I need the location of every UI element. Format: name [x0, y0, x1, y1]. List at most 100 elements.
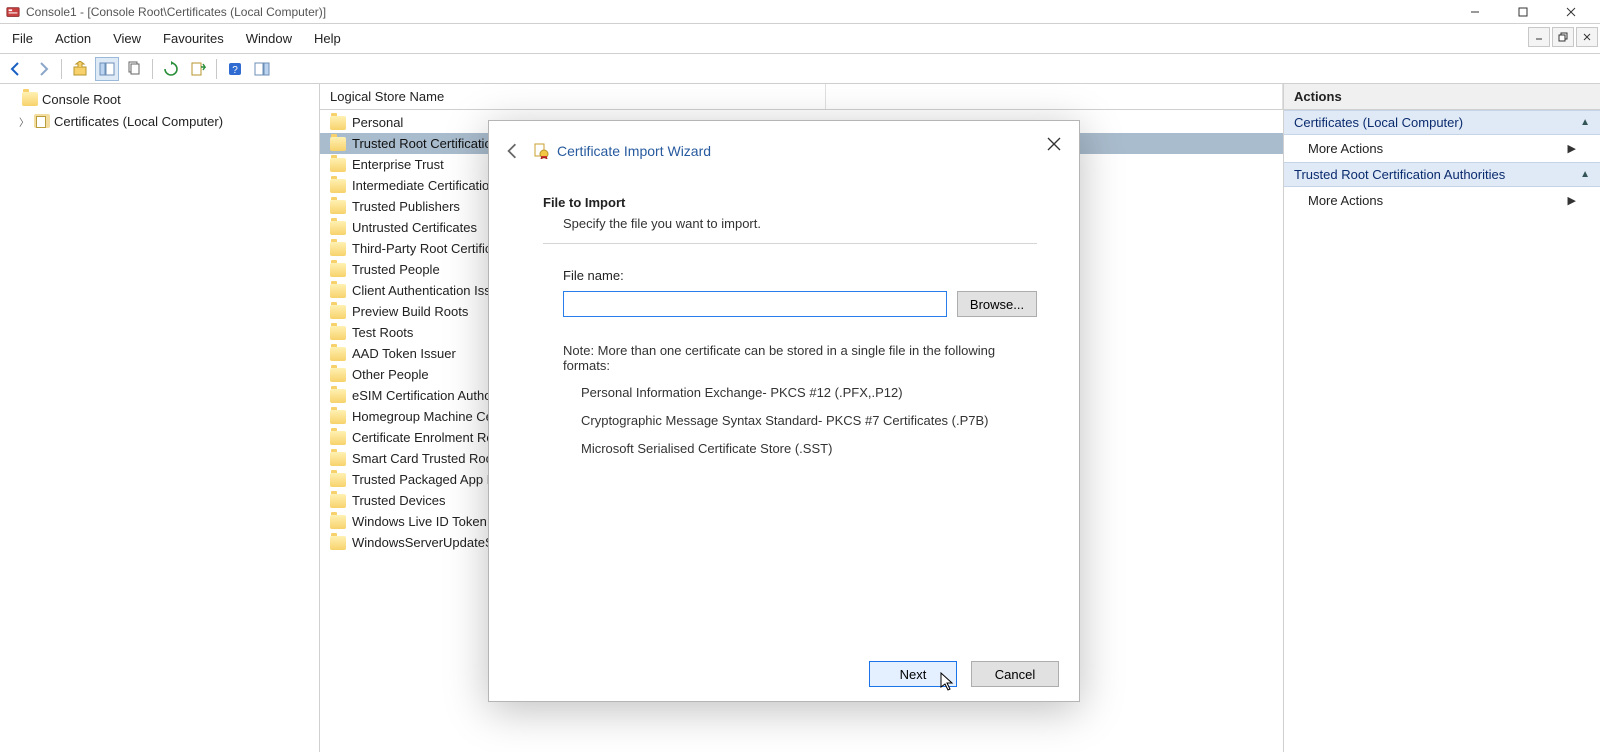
folder-icon [330, 536, 346, 550]
folder-icon [330, 431, 346, 445]
list-item-label: Trusted People [352, 262, 440, 277]
folder-icon [330, 158, 346, 172]
dialog-heading: File to Import [543, 195, 1037, 210]
toolbar: ? [0, 54, 1600, 84]
tree-child-label: Certificates (Local Computer) [54, 114, 223, 129]
folder-icon [330, 473, 346, 487]
actions-section-header-2[interactable]: Trusted Root Certification Authorities ▲ [1284, 162, 1600, 187]
window-minimize-button[interactable] [1452, 0, 1498, 24]
menu-bar: File Action View Favourites Window Help [0, 24, 1600, 54]
menu-window[interactable]: Window [236, 27, 302, 50]
list-item-label: Trusted Publishers [352, 199, 460, 214]
list-item-label: AAD Token Issuer [352, 346, 456, 361]
up-button[interactable] [68, 57, 92, 81]
format-item: Personal Information Exchange- PKCS #12 … [581, 379, 1037, 407]
menu-action[interactable]: Action [45, 27, 101, 50]
folder-icon [330, 494, 346, 508]
folder-icon [330, 284, 346, 298]
actions-pane: Actions Certificates (Local Computer) ▲ … [1284, 84, 1600, 752]
browse-button[interactable]: Browse... [957, 291, 1037, 317]
folder-icon [330, 116, 346, 130]
mdi-restore-button[interactable] [1552, 27, 1574, 47]
folder-icon [330, 200, 346, 214]
actions-section-header-1[interactable]: Certificates (Local Computer) ▲ [1284, 110, 1600, 135]
folder-icon [330, 179, 346, 193]
certificate-import-wizard-dialog: Certificate Import Wizard File to Import… [488, 120, 1080, 702]
window-close-button[interactable] [1548, 0, 1594, 24]
format-item: Cryptographic Message Syntax Standard- P… [581, 407, 1037, 435]
tree-expand-icon[interactable]: 〉 [18, 114, 30, 129]
folder-icon [330, 242, 346, 256]
list-item-label: Test Roots [352, 325, 413, 340]
list-item-label: Untrusted Certificates [352, 220, 477, 235]
list-item-label: Preview Build Roots [352, 304, 468, 319]
tree-pane: Console Root 〉 Certificates (Local Compu… [0, 84, 320, 752]
file-name-input[interactable] [563, 291, 947, 317]
submenu-arrow-icon: ▶ [1568, 142, 1576, 155]
show-hide-tree-button[interactable] [95, 57, 119, 81]
actions-more-actions-2[interactable]: More Actions ▶ [1284, 187, 1600, 214]
list-column-header[interactable]: Logical Store Name [320, 84, 826, 109]
folder-icon [22, 92, 38, 106]
format-list: Personal Information Exchange- PKCS #12 … [563, 373, 1037, 463]
folder-icon [330, 137, 346, 151]
format-item: Microsoft Serialised Certificate Store (… [581, 435, 1037, 463]
list-item-label: Other People [352, 367, 429, 382]
menu-view[interactable]: View [103, 27, 151, 50]
file-name-label: File name: [563, 268, 1037, 283]
note-text: Note: More than one certificate can be s… [563, 343, 1037, 373]
copy-button[interactable] [122, 57, 146, 81]
actions-section-label: Certificates (Local Computer) [1294, 115, 1463, 130]
refresh-button[interactable] [159, 57, 183, 81]
export-list-button[interactable] [186, 57, 210, 81]
dialog-back-button[interactable] [503, 142, 521, 160]
toolbar-separator [216, 59, 217, 79]
tree-root-row[interactable]: Console Root [0, 88, 319, 110]
collapse-up-icon: ▲ [1580, 169, 1590, 180]
dialog-close-button[interactable] [1039, 129, 1069, 159]
menu-favourites[interactable]: Favourites [153, 27, 234, 50]
tree-child-row[interactable]: 〉 Certificates (Local Computer) [0, 110, 319, 132]
back-button[interactable] [4, 57, 28, 81]
submenu-arrow-icon: ▶ [1568, 194, 1576, 207]
certificate-store-icon [34, 114, 50, 128]
folder-icon [330, 263, 346, 277]
next-button[interactable]: Next [869, 661, 957, 687]
folder-icon [330, 305, 346, 319]
actions-more-actions-1[interactable]: More Actions ▶ [1284, 135, 1600, 162]
list-item-label: Smart Card Trusted Roots [352, 451, 503, 466]
folder-icon [330, 515, 346, 529]
list-column-header-2[interactable] [826, 84, 1283, 109]
title-bar: Console1 - [Console Root\Certificates (L… [0, 0, 1600, 24]
toolbar-separator [152, 59, 153, 79]
list-header-row: Logical Store Name [320, 84, 1283, 110]
menu-file[interactable]: File [2, 27, 43, 50]
window-maximize-button[interactable] [1500, 0, 1546, 24]
folder-icon [330, 347, 346, 361]
list-item-label: Enterprise Trust [352, 157, 444, 172]
dialog-subheading: Specify the file you want to import. [543, 216, 1037, 231]
folder-icon [330, 326, 346, 340]
mdi-minimize-button[interactable] [1528, 27, 1550, 47]
menu-help[interactable]: Help [304, 27, 351, 50]
action-item-label: More Actions [1308, 141, 1383, 156]
collapse-up-icon: ▲ [1580, 117, 1590, 128]
dialog-separator [543, 243, 1037, 244]
cancel-button[interactable]: Cancel [971, 661, 1059, 687]
help-button[interactable]: ? [223, 57, 247, 81]
folder-icon [330, 410, 346, 424]
list-item-label: Trusted Devices [352, 493, 445, 508]
list-item-label: Personal [352, 115, 403, 130]
mmc-app-icon [6, 5, 20, 19]
window-title: Console1 - [Console Root\Certificates (L… [26, 5, 1452, 19]
tree-root-label: Console Root [42, 92, 121, 107]
certificate-wizard-icon [533, 143, 549, 159]
dialog-title: Certificate Import Wizard [557, 143, 711, 159]
folder-icon [330, 368, 346, 382]
show-hide-action-pane-button[interactable] [250, 57, 274, 81]
folder-icon [330, 221, 346, 235]
forward-button[interactable] [31, 57, 55, 81]
mdi-close-button[interactable] [1576, 27, 1598, 47]
svg-text:?: ? [232, 65, 238, 76]
folder-icon [330, 389, 346, 403]
